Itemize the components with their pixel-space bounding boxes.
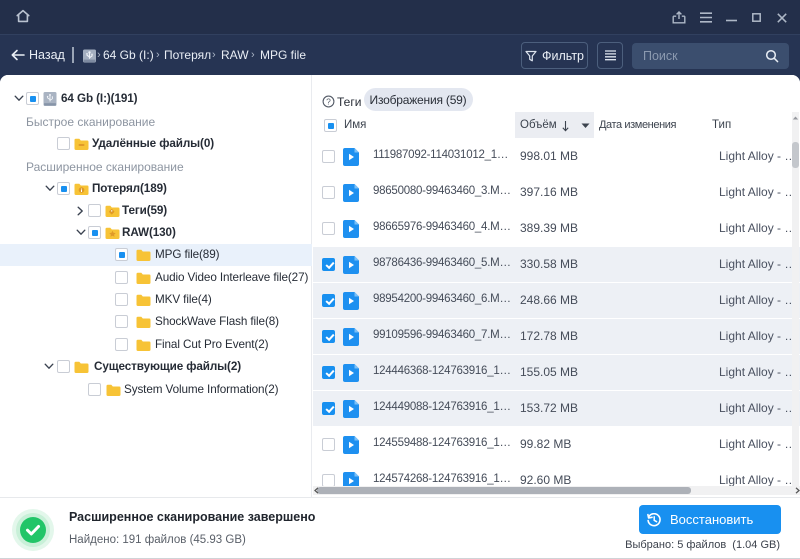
svg-text:?: ?: [326, 97, 331, 107]
